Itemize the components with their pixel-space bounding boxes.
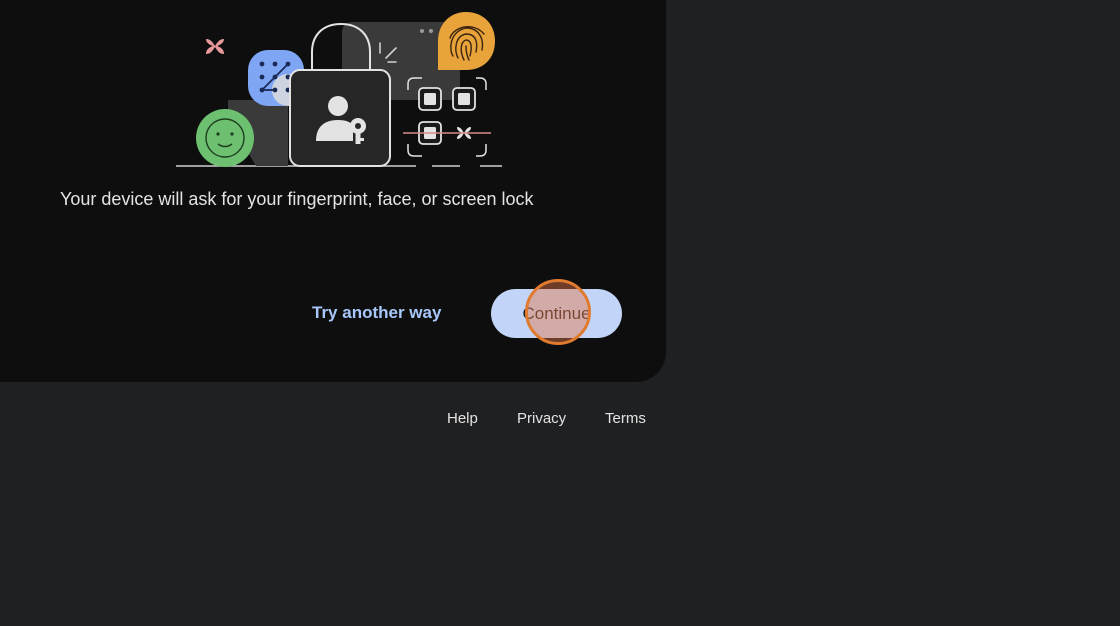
passkey-card: Your device will ask for your fingerprin… — [0, 0, 666, 382]
device-prompt-message: Your device will ask for your fingerprin… — [60, 189, 534, 209]
fingerprint-icon — [438, 12, 495, 70]
sparkle-icon — [206, 39, 224, 54]
smiley-face-icon — [196, 109, 254, 167]
footer-help-link[interactable]: Help — [447, 410, 478, 427]
footer-terms-link[interactable]: Terms — [605, 410, 646, 427]
page: Your device will ask for your fingerprin… — [0, 0, 1120, 626]
try-another-way-button[interactable]: Try another way — [300, 294, 453, 332]
passkey-illustration — [176, 12, 502, 167]
footer-privacy-link[interactable]: Privacy — [517, 410, 566, 427]
continue-button[interactable]: Continue — [491, 289, 622, 338]
